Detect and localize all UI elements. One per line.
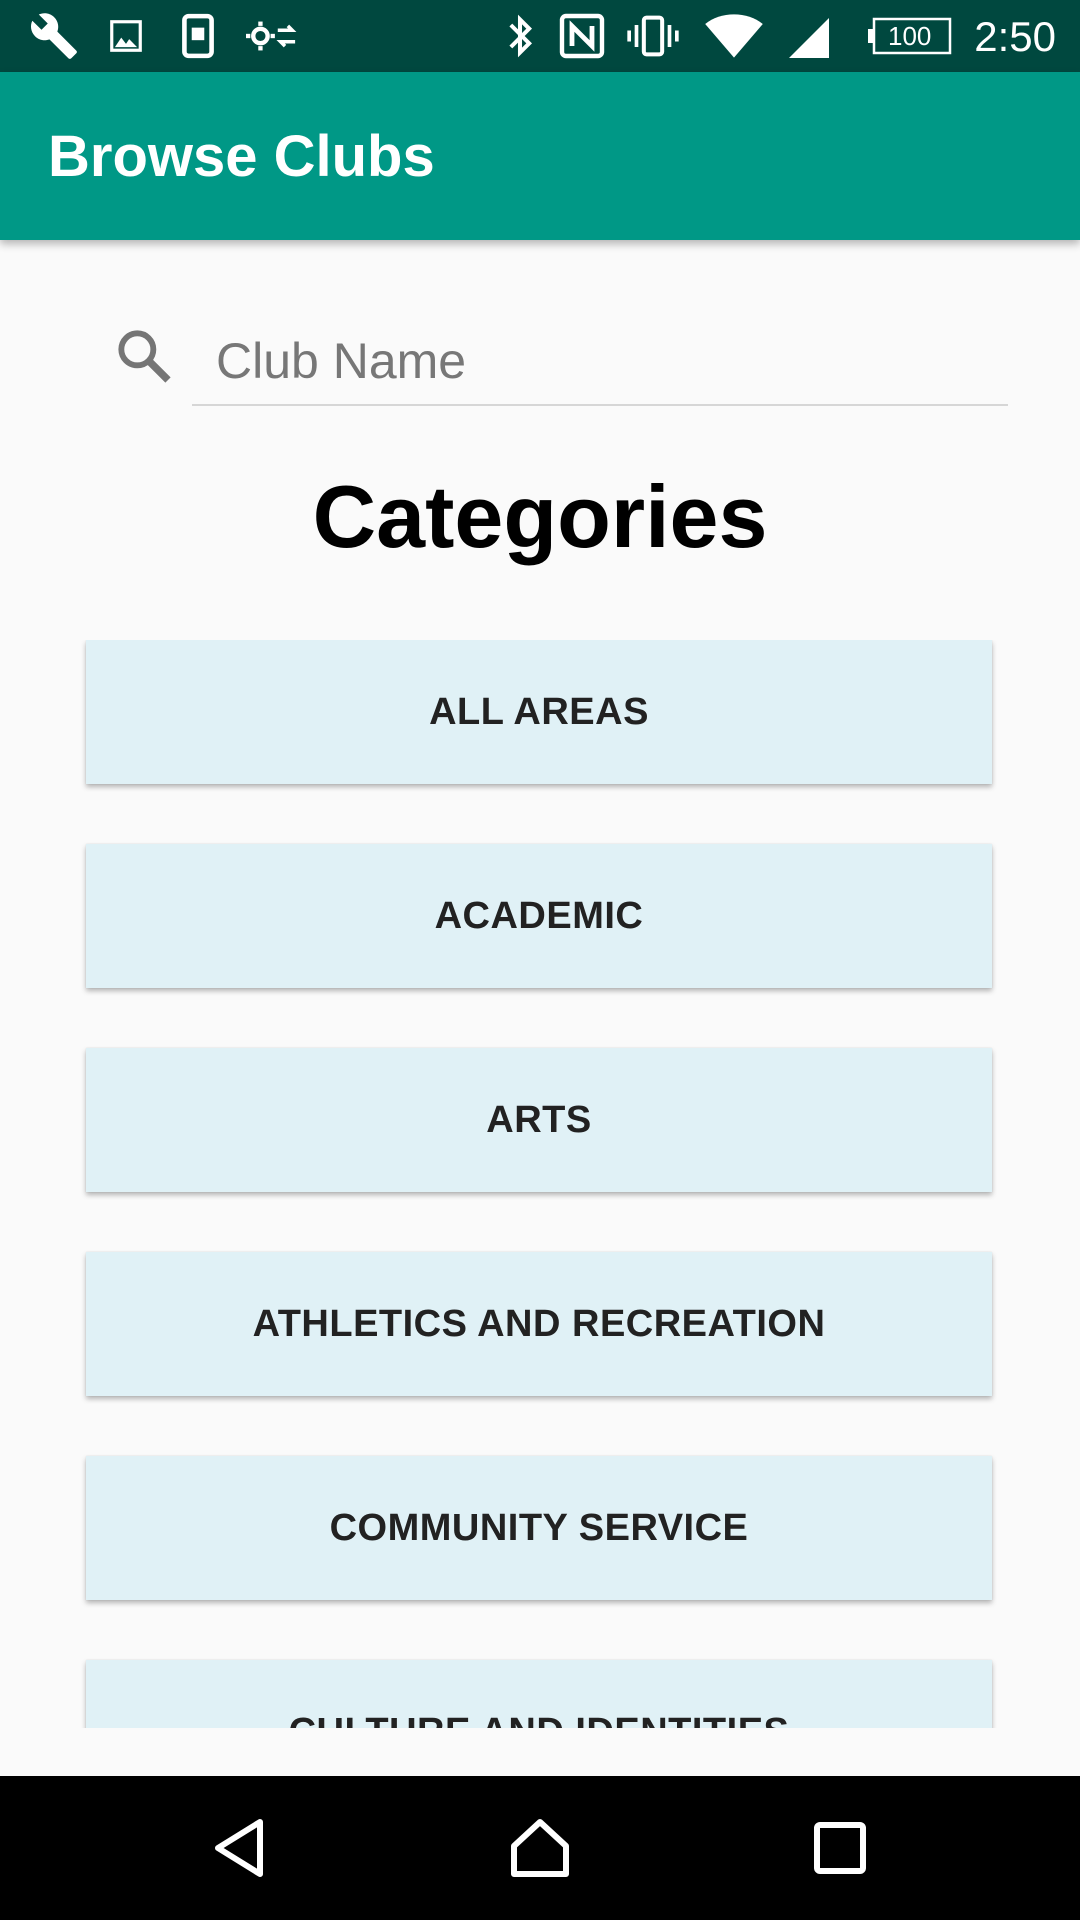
category-label: ALL AREAS bbox=[429, 690, 649, 733]
vibrate-icon bbox=[624, 0, 682, 72]
clock: 2:50 bbox=[974, 13, 1056, 60]
status-bar: 100 2:50 bbox=[0, 0, 1080, 72]
settings-sync-icon bbox=[244, 0, 300, 72]
home-icon[interactable] bbox=[470, 1776, 610, 1920]
nfc-icon bbox=[556, 0, 608, 72]
category-label: ACADEMIC bbox=[434, 894, 644, 937]
category-label: COMMUNITY SERVICE bbox=[329, 1506, 749, 1549]
navigation-bar bbox=[0, 1776, 1080, 1920]
category-button-arts[interactable]: ARTS bbox=[86, 1048, 992, 1192]
cell-signal-icon bbox=[784, 0, 834, 72]
phone-screen-icon bbox=[178, 0, 218, 72]
screen: 100 2:50 Browse Clubs Categories ALL ARE… bbox=[0, 0, 1080, 1920]
bluetooth-icon bbox=[500, 0, 540, 72]
battery-level: 100 bbox=[888, 21, 932, 51]
category-label: ARTS bbox=[486, 1098, 592, 1141]
category-button-culture-and-identities[interactable]: CULTURE AND IDENTITIES bbox=[86, 1660, 992, 1728]
wrench-icon bbox=[28, 0, 80, 72]
wifi-icon bbox=[704, 0, 764, 72]
category-button-all-areas[interactable]: ALL AREAS bbox=[86, 640, 992, 784]
category-label: CULTURE AND IDENTITIES bbox=[289, 1711, 790, 1729]
category-button-community-service[interactable]: COMMUNITY SERVICE bbox=[86, 1456, 992, 1600]
battery-icon: 100 bbox=[868, 0, 954, 72]
search-icon bbox=[112, 324, 176, 388]
back-icon[interactable] bbox=[170, 1776, 310, 1920]
category-button-academic[interactable]: ACADEMIC bbox=[86, 844, 992, 988]
category-list[interactable]: ALL AREAS ACADEMIC ARTS ATHLETICS AND RE… bbox=[0, 640, 1080, 1728]
category-button-athletics-and-recreation[interactable]: ATHLETICS AND RECREATION bbox=[86, 1252, 992, 1396]
category-label: ATHLETICS AND RECREATION bbox=[252, 1302, 826, 1345]
image-icon bbox=[104, 0, 148, 72]
app-bar: Browse Clubs bbox=[0, 72, 1080, 240]
recents-icon[interactable] bbox=[770, 1776, 910, 1920]
page-title: Browse Clubs bbox=[48, 124, 435, 189]
categories-heading: Categories bbox=[312, 467, 768, 566]
club-name-search-input[interactable] bbox=[192, 318, 1008, 406]
